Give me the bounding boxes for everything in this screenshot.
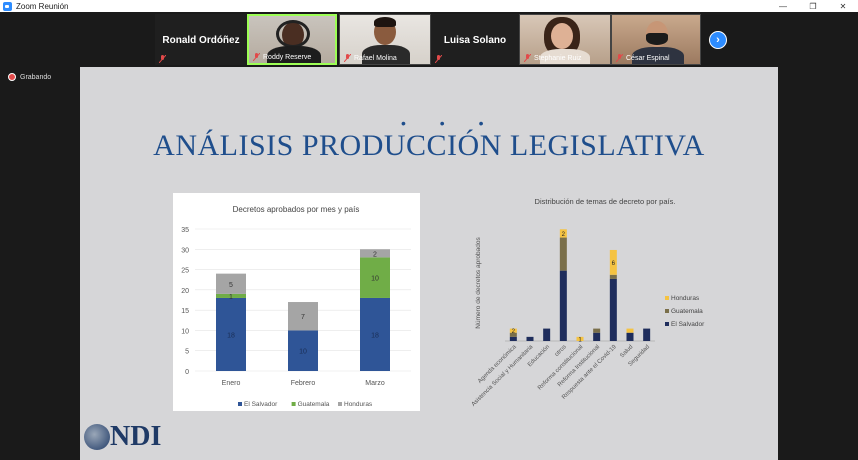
recording-label: Grabando <box>20 73 52 81</box>
chart2-legend-swatch <box>665 309 669 313</box>
chart1-ytick: 5 <box>185 349 189 356</box>
recording-indicator[interactable]: Grabando <box>8 73 51 81</box>
chart2-bar <box>593 328 601 333</box>
chart2-legend-label: El Salvador <box>671 321 705 328</box>
chart2-svg: Distribución de temas de decreto por paí… <box>471 197 705 408</box>
muted-mic-icon <box>616 54 623 62</box>
maximize-button[interactable]: ❐ <box>798 0 828 12</box>
shared-screen-slide: • • • ANÁLISIS PRODUCCIÓN LEGISLATIVA De… <box>80 67 778 460</box>
muted-mic-icon <box>159 55 166 63</box>
gallery-next-page-button[interactable]: › <box>709 31 727 49</box>
chart1-legend-swatch <box>238 402 242 406</box>
chart1-data-label: 2 <box>373 251 377 258</box>
globe-icon <box>84 424 110 450</box>
chart1-data-label: 10 <box>371 276 379 283</box>
chart2-legend-swatch <box>665 296 669 300</box>
chart2-bar <box>643 328 651 341</box>
chart1-ytick: 15 <box>181 308 189 315</box>
chart1-ytick: 20 <box>181 288 189 295</box>
chart1-xtick: Enero <box>222 380 241 387</box>
chart2-bar <box>559 237 567 271</box>
window-title: Zoom Reunión <box>16 1 69 11</box>
chart1-xtick: Febrero <box>291 380 316 387</box>
chart2-bar <box>543 328 551 341</box>
headset-icon <box>276 20 310 48</box>
chart2-legend-swatch <box>665 322 669 326</box>
participant-tile[interactable]: Roddy Reserve <box>247 14 337 65</box>
close-button[interactable]: ✕ <box>828 0 858 12</box>
chart2-bar <box>609 274 617 279</box>
minimize-button[interactable]: — <box>768 0 798 12</box>
slide-title: ANÁLISIS PRODUCCIÓN LEGISLATIVA <box>153 129 705 162</box>
muted-mic-icon <box>435 55 442 63</box>
chart1-ytick: 0 <box>185 369 189 376</box>
chart2-bar <box>593 332 601 341</box>
chart2-legend-label: Guatemala <box>671 308 703 315</box>
chart2-bar <box>609 278 617 341</box>
participant-name: Stephanie Ruiz <box>534 55 582 62</box>
participant-name: Luisa Solano <box>443 35 507 46</box>
chart2-bar <box>559 270 567 341</box>
participant-name: César Espinal <box>626 55 670 62</box>
participant-name: Roddy Reserve <box>263 54 312 61</box>
chart1-legend-label: El Salvador <box>244 401 278 408</box>
participant-tile[interactable]: Stephanie Ruiz <box>519 14 611 65</box>
participant-tile[interactable]: Rafael Molina <box>339 14 431 65</box>
zoom-logo-icon <box>3 1 12 11</box>
chart2-xtick: Asistencia Social y Humanitaria <box>471 344 535 408</box>
participant-name: Ronald Ordóñez <box>162 35 240 46</box>
participant-tile[interactable]: Luisa Solano <box>431 14 519 65</box>
participant-tile[interactable]: Ronald Ordóñez <box>155 14 247 65</box>
participant-tile[interactable]: César Espinal <box>611 14 701 65</box>
participant-name: Rafael Molina <box>354 55 397 62</box>
chart-temas-por-pais: Distribución de temas de decreto por paí… <box>465 193 745 458</box>
chart1-legend-label: Honduras <box>344 401 373 408</box>
chart2-bar <box>509 336 517 341</box>
chart2-ylabel: Número de decretos aprobados <box>475 237 482 329</box>
chart1-svg: Decretos aprobados por mes y país0510152… <box>181 205 411 408</box>
chart1-data-label: 10 <box>299 349 307 356</box>
muted-mic-icon <box>344 54 351 62</box>
chart1-data-label: 1 <box>229 294 233 301</box>
chart2-bar <box>526 336 534 341</box>
chart2-legend-label: Honduras <box>671 295 700 302</box>
chart2-title: Distribución de temas de decreto por paí… <box>535 197 676 206</box>
ndi-logo: NDI <box>80 416 190 456</box>
chart1-ytick: 30 <box>181 247 189 254</box>
chart1-ytick: 10 <box>181 328 189 335</box>
chart1-xtick: Marzo <box>365 380 385 387</box>
window-titlebar: Zoom Reunión — ❐ ✕ <box>0 0 858 12</box>
chart1-title: Decretos aprobados por mes y país <box>233 205 360 214</box>
record-icon <box>8 73 16 81</box>
chart2-xtick: otros <box>554 344 568 358</box>
chart2-bar <box>626 328 634 333</box>
participant-gallery: Ronald Ordóñez Roddy Reserve Rafael Moli… <box>0 12 858 67</box>
chart1-data-label: 5 <box>229 282 233 289</box>
chart2-bar <box>626 332 634 341</box>
chart1-data-label: 7 <box>301 314 305 321</box>
chart1-ytick: 35 <box>181 227 189 234</box>
window-controls: — ❐ ✕ <box>768 0 858 12</box>
chart1-data-label: 18 <box>371 332 379 339</box>
chart1-legend-label: Guatemala <box>298 401 330 408</box>
chevron-right-icon: › <box>716 34 720 46</box>
muted-mic-icon <box>253 53 260 61</box>
chart1-data-label: 18 <box>227 332 235 339</box>
chart1-ytick: 25 <box>181 268 189 275</box>
chart-decretos-por-mes: Decretos aprobados por mes y país 0 5 10 15 2… <box>173 193 420 411</box>
chart1-legend-swatch <box>291 402 296 406</box>
chart2-xtick: Salud <box>619 344 634 359</box>
face-mask-icon <box>646 33 668 45</box>
ndi-logo-text: NDI <box>110 421 162 452</box>
chart1-legend-swatch <box>338 402 342 406</box>
muted-mic-icon <box>524 54 531 62</box>
